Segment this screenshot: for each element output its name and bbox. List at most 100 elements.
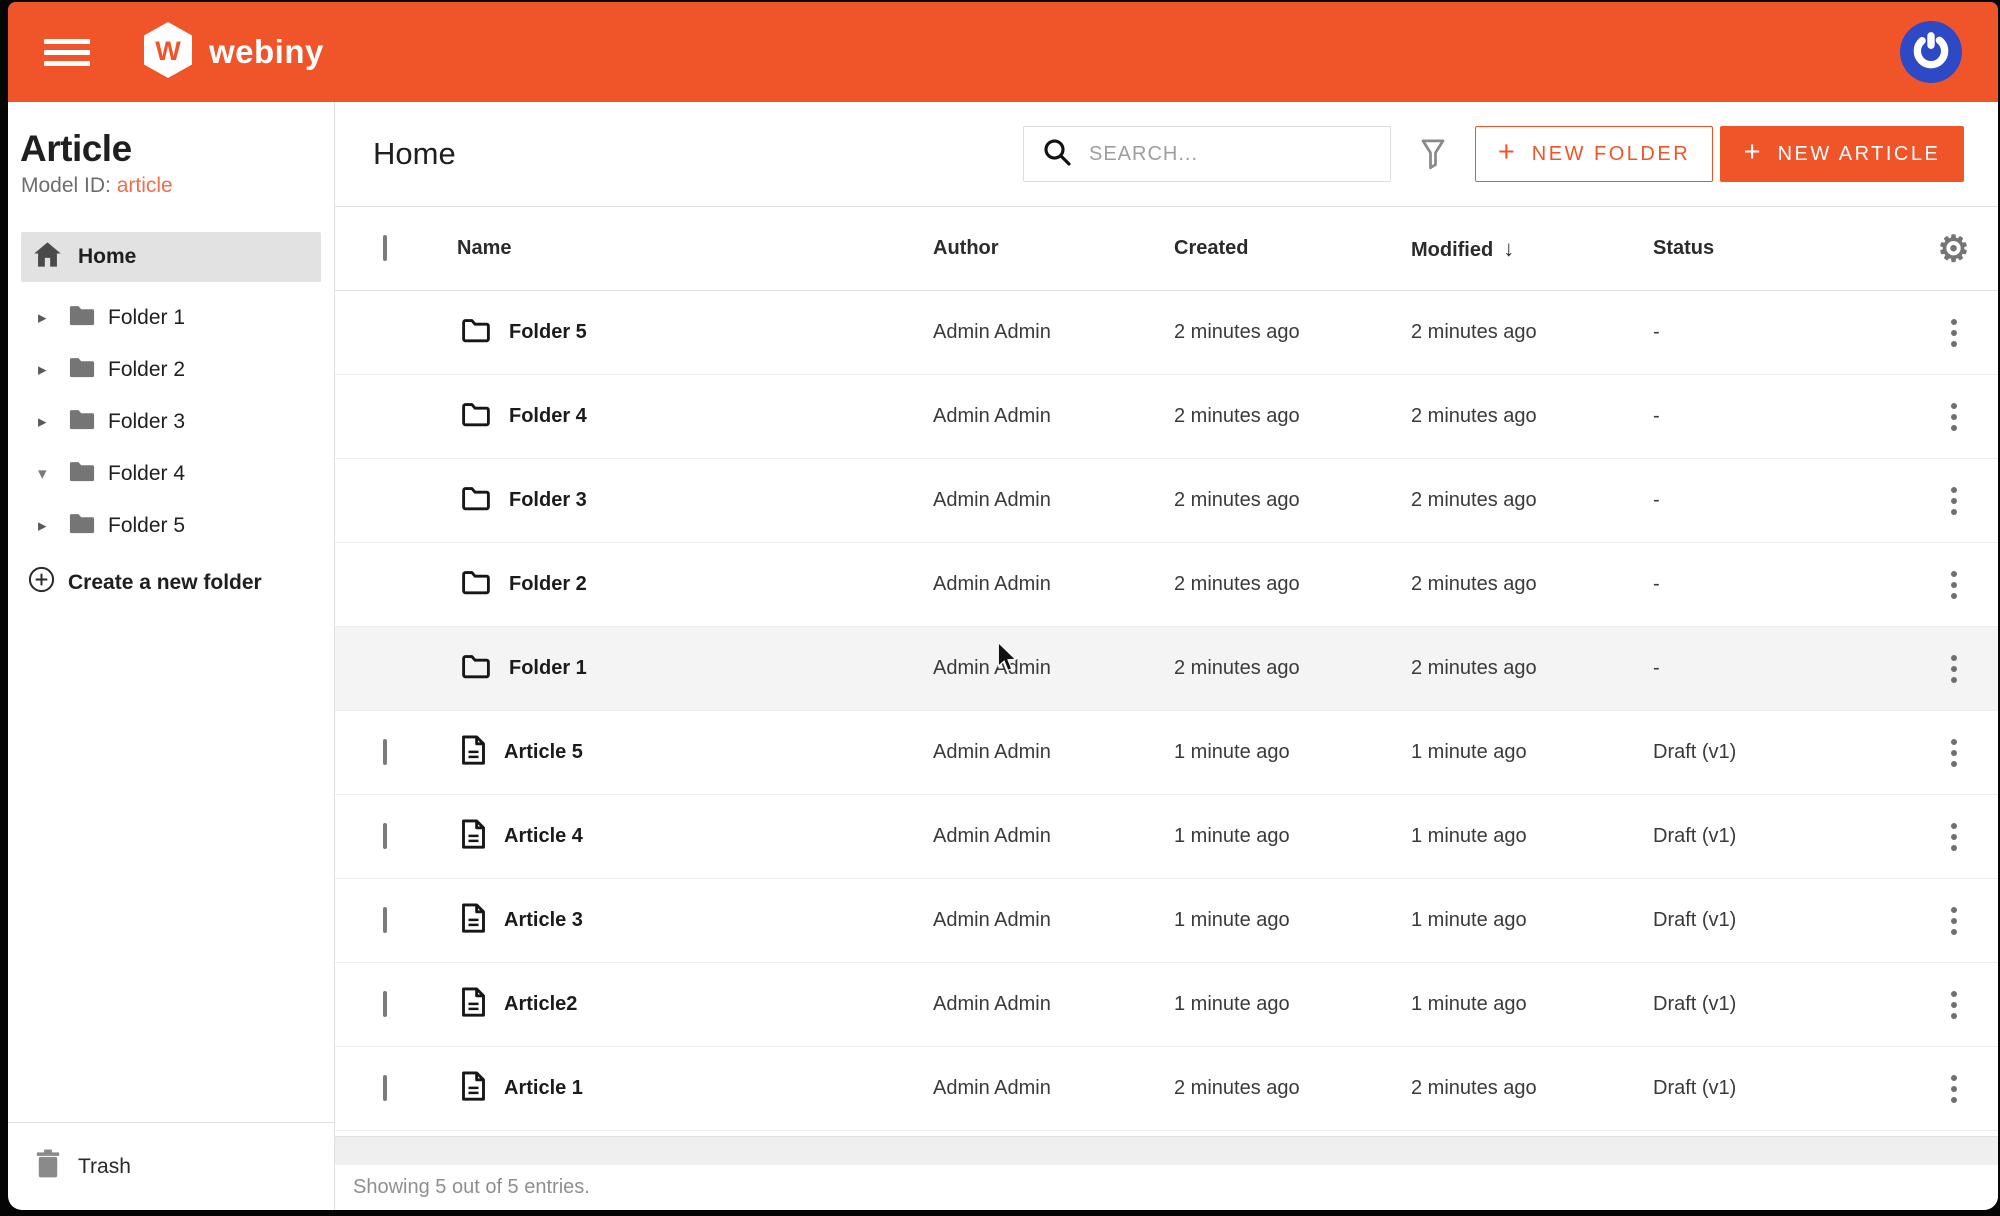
search-box[interactable] <box>1023 126 1391 182</box>
row-checkbox[interactable] <box>383 907 387 933</box>
folder-label: Folder 3 <box>108 410 185 434</box>
caret-icon[interactable]: ▸ <box>38 412 68 432</box>
row-status: Draft (v1) <box>1653 825 1909 848</box>
row-name[interactable]: Article 4 <box>504 825 583 848</box>
horizontal-scrollbar[interactable] <box>335 1136 1998 1164</box>
model-title: Article <box>20 128 334 170</box>
table-row[interactable]: Article 1 Admin Admin 2 minutes ago 2 mi… <box>335 1047 1998 1131</box>
kebab-menu-icon[interactable] <box>1941 397 1967 437</box>
caret-icon[interactable]: ▾ <box>38 464 68 484</box>
row-status: Draft (v1) <box>1653 909 1909 932</box>
row-modified: 1 minute ago <box>1411 741 1653 764</box>
search-icon <box>1042 137 1072 172</box>
webiny-logo[interactable]: W webiny <box>142 21 324 84</box>
row-checkbox[interactable] <box>383 739 387 765</box>
sidebar-folder-item[interactable]: ▸ Folder 2 <box>8 344 334 396</box>
sidebar-folder-item[interactable]: ▸ Folder 5 <box>8 500 334 552</box>
kebab-menu-icon[interactable] <box>1941 481 1967 521</box>
plus-circle-icon <box>28 566 55 599</box>
row-name[interactable]: Article2 <box>504 993 577 1016</box>
entries-summary: Showing 5 out of 5 entries. <box>353 1176 590 1199</box>
kebab-menu-icon[interactable] <box>1941 649 1967 689</box>
column-header-name[interactable]: Name <box>457 237 933 260</box>
new-article-label: NEW ARTICLE <box>1778 143 1941 166</box>
folder-label: Folder 2 <box>108 358 185 382</box>
table-row[interactable]: Article2 Admin Admin 1 minute ago 1 minu… <box>335 963 1998 1047</box>
row-modified: 1 minute ago <box>1411 909 1653 932</box>
folder-icon <box>68 512 96 541</box>
row-status: Draft (v1) <box>1653 741 1909 764</box>
table-row[interactable]: Article 4 Admin Admin 1 minute ago 1 min… <box>335 795 1998 879</box>
row-status: - <box>1653 405 1909 428</box>
table-header-row: Name Author Created Modified↓ Status ⚙ <box>335 207 1998 291</box>
sidebar-folder-item[interactable]: ▸ Folder 3 <box>8 396 334 448</box>
caret-icon[interactable]: ▸ <box>38 308 68 328</box>
row-checkbox[interactable] <box>383 991 387 1017</box>
caret-icon[interactable]: ▸ <box>38 360 68 380</box>
select-all-checkbox[interactable] <box>383 235 387 261</box>
row-status: - <box>1653 657 1909 680</box>
table-row[interactable]: Folder 3 Admin Admin 2 minutes ago 2 min… <box>335 459 1998 543</box>
table-row[interactable]: Article 3 Admin Admin 1 minute ago 1 min… <box>335 879 1998 963</box>
column-header-status[interactable]: Status <box>1653 237 1909 260</box>
sort-descending-icon[interactable]: ↓ <box>1503 236 1514 261</box>
row-author: Admin Admin <box>933 573 1174 596</box>
row-name[interactable]: Folder 3 <box>509 489 587 512</box>
kebab-menu-icon[interactable] <box>1941 817 1967 857</box>
column-header-modified[interactable]: Modified↓ <box>1411 236 1653 262</box>
table-body: Folder 5 Admin Admin 2 minutes ago 2 min… <box>335 291 1998 1131</box>
row-checkbox[interactable] <box>383 823 387 849</box>
model-id-value[interactable]: article <box>117 174 173 197</box>
column-header-author[interactable]: Author <box>933 237 1174 260</box>
row-created: 2 minutes ago <box>1174 573 1411 596</box>
row-modified: 1 minute ago <box>1411 993 1653 1016</box>
row-name[interactable]: Folder 2 <box>509 573 587 596</box>
row-name[interactable]: Folder 5 <box>509 321 587 344</box>
sidebar-folder-item[interactable]: ▸ Folder 1 <box>8 292 334 344</box>
row-modified: 1 minute ago <box>1411 825 1653 848</box>
kebab-menu-icon[interactable] <box>1941 1069 1967 1109</box>
table-settings-gear-icon[interactable]: ⚙ <box>1937 231 1969 267</box>
new-folder-button[interactable]: + NEW FOLDER <box>1475 126 1713 182</box>
filter-button[interactable] <box>1418 137 1448 171</box>
kebab-menu-icon[interactable] <box>1941 901 1967 941</box>
sidebar-item-home[interactable]: Home <box>21 232 321 282</box>
new-article-button[interactable]: + NEW ARTICLE <box>1720 126 1964 182</box>
row-author: Admin Admin <box>933 909 1174 932</box>
row-modified: 2 minutes ago <box>1411 321 1653 344</box>
row-name[interactable]: Article 3 <box>504 909 583 932</box>
table-row[interactable]: Folder 1 Admin Admin 2 minutes ago 2 min… <box>335 627 1998 711</box>
folder-tree: ▸ Folder 1 ▸ Folder 2 ▸ Folder 3 ▾ <box>8 292 334 552</box>
table-row[interactable]: Folder 5 Admin Admin 2 minutes ago 2 min… <box>335 291 1998 375</box>
model-id: Model ID: article <box>21 174 334 198</box>
row-name[interactable]: Folder 4 <box>509 405 587 428</box>
power-glyph-icon <box>1910 29 1952 76</box>
row-name[interactable]: Article 1 <box>504 1077 583 1100</box>
row-name[interactable]: Article 5 <box>504 741 583 764</box>
trash-label: Trash <box>78 1155 131 1179</box>
user-avatar[interactable] <box>1900 21 1962 83</box>
kebab-menu-icon[interactable] <box>1941 313 1967 353</box>
home-icon <box>33 241 62 274</box>
row-checkbox[interactable] <box>383 1075 387 1101</box>
folder-label: Folder 4 <box>108 462 185 486</box>
row-name[interactable]: Folder 1 <box>509 657 587 680</box>
kebab-menu-icon[interactable] <box>1941 985 1967 1025</box>
sidebar-spacer <box>8 599 334 1122</box>
kebab-menu-icon[interactable] <box>1941 733 1967 773</box>
model-id-label: Model ID: <box>21 174 111 197</box>
search-input[interactable] <box>1087 142 1376 167</box>
column-header-created[interactable]: Created <box>1174 237 1411 260</box>
sidebar-folder-item[interactable]: ▾ Folder 4 <box>8 448 334 500</box>
table-row[interactable]: Folder 4 Admin Admin 2 minutes ago 2 min… <box>335 375 1998 459</box>
hamburger-menu-icon[interactable] <box>44 33 90 72</box>
table-row[interactable]: Folder 2 Admin Admin 2 minutes ago 2 min… <box>335 543 1998 627</box>
folder-icon <box>461 317 491 349</box>
caret-icon[interactable]: ▸ <box>38 516 68 536</box>
folder-icon <box>461 401 491 433</box>
sidebar-item-trash[interactable]: Trash <box>8 1122 334 1210</box>
kebab-menu-icon[interactable] <box>1941 565 1967 605</box>
svg-text:W: W <box>155 36 181 66</box>
table-row[interactable]: Article 5 Admin Admin 1 minute ago 1 min… <box>335 711 1998 795</box>
create-folder-button[interactable]: Create a new folder <box>28 566 334 599</box>
